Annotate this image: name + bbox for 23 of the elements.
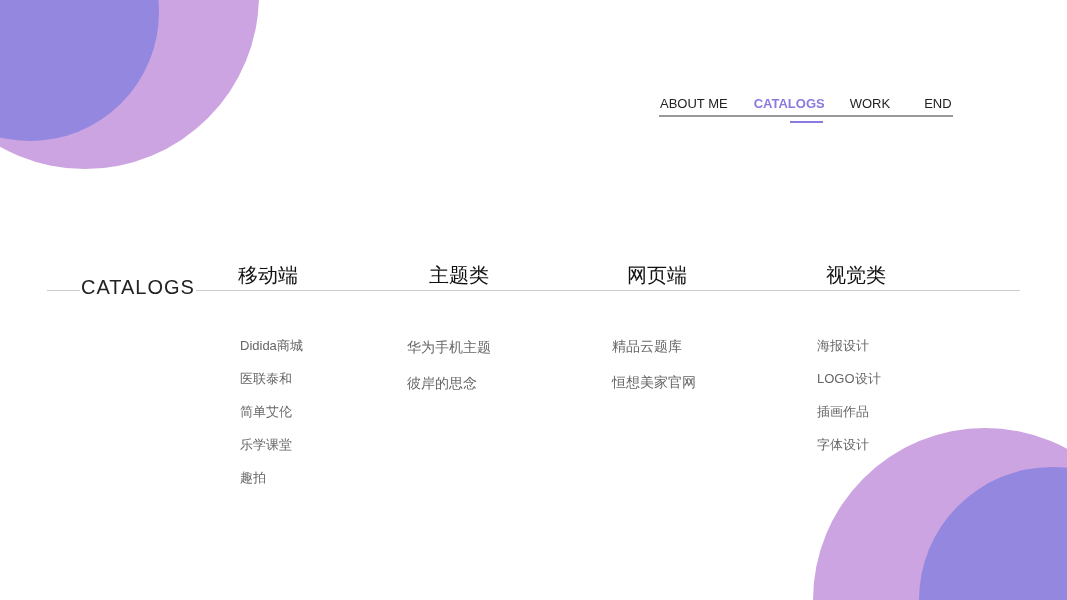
nav-tab[interactable]: WORK xyxy=(849,96,925,115)
catalog-link[interactable]: 华为手机主题 xyxy=(407,339,491,355)
catalog-link[interactable]: 医联泰和 xyxy=(240,371,292,387)
nav-tab[interactable]: END xyxy=(924,96,952,115)
catalog-link[interactable]: 彼岸的思念 xyxy=(407,375,477,391)
catalog-link[interactable]: 乐学课堂 xyxy=(240,437,292,453)
catalog-link[interactable]: Didida商城 xyxy=(240,338,303,354)
nav-tab[interactable]: ABOUT ME xyxy=(659,96,754,115)
active-underline xyxy=(789,121,823,123)
column-heading: 主题类 xyxy=(429,264,489,286)
nav-tab[interactable]: CATALOGS xyxy=(753,96,850,115)
column-heading: 网页端 xyxy=(627,264,687,286)
column-heading: 移动端 xyxy=(238,264,298,286)
catalog-link[interactable]: 字体设计 xyxy=(817,437,869,453)
catalog-link[interactable]: 趣拍 xyxy=(240,470,266,486)
section-title: CATALOGS xyxy=(80,277,196,297)
catalog-link[interactable]: 海报设计 xyxy=(817,338,869,354)
catalog-link[interactable]: LOGO设计 xyxy=(817,371,881,387)
catalog-link[interactable]: 插画作品 xyxy=(817,404,869,420)
catalog-link[interactable]: 简单艾伦 xyxy=(240,404,292,420)
catalog-link[interactable]: 恒想美家官网 xyxy=(612,374,696,390)
catalog-link[interactable]: 精品云题库 xyxy=(612,338,682,354)
column-heading: 视觉类 xyxy=(826,264,886,286)
